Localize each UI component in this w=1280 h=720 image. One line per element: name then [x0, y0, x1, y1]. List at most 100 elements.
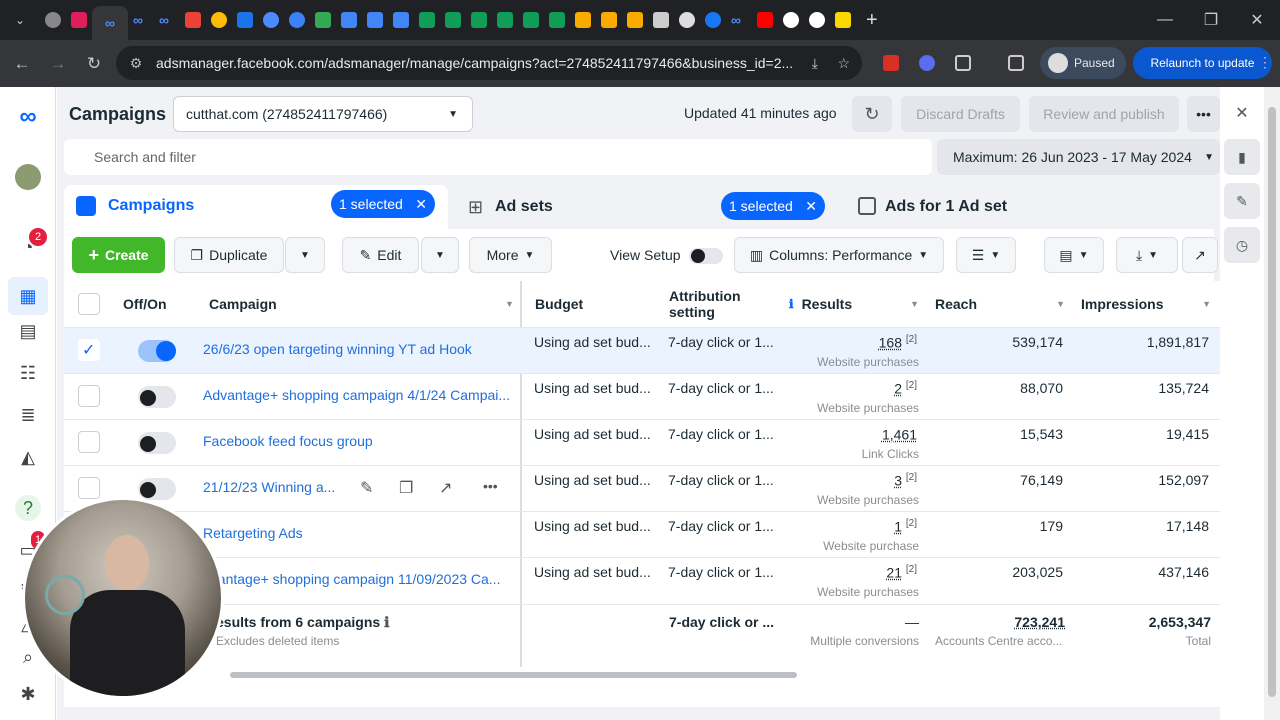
col-impressions[interactable]: Impressions ▼	[1081, 281, 1211, 327]
slack-tab-icon[interactable]	[71, 12, 87, 28]
tab-campaigns[interactable]: Campaigns 1 selected ✕	[64, 185, 448, 229]
horizontal-scrollbar[interactable]	[230, 672, 797, 678]
duplicate-button[interactable]: ❐ Duplicate	[174, 237, 284, 273]
more-button[interactable]: More ▼	[469, 237, 552, 273]
install-icon[interactable]: ⤓	[812, 55, 818, 72]
close-panel-button[interactable]: ✕	[1224, 95, 1260, 131]
reading-list-icon[interactable]	[1008, 55, 1024, 71]
tab-icon[interactable]	[679, 12, 695, 28]
facebook-tab-icon[interactable]	[705, 12, 721, 28]
tab-ad-sets[interactable]: ⊞ Ad sets 1 selected ✕	[454, 185, 837, 229]
miro-tab-icon[interactable]	[835, 12, 851, 28]
create-button[interactable]: + Create	[72, 237, 165, 273]
more-options-button[interactable]: •••	[1187, 96, 1220, 132]
forward-icon[interactable]: →	[40, 54, 76, 74]
help-icon[interactable]: ?	[15, 495, 41, 521]
advertise-icon[interactable]: ◭	[15, 444, 41, 470]
profile-paused-button[interactable]: Paused	[1040, 47, 1126, 79]
close-window-icon[interactable]: ✕	[1234, 10, 1280, 30]
col-budget[interactable]: Budget	[535, 281, 583, 327]
youtube-tab-icon[interactable]	[757, 12, 773, 28]
shield-tab-icon[interactable]	[237, 12, 253, 28]
meta-tab-icon[interactable]: ∞	[731, 12, 747, 28]
export-button[interactable]: ⤓ ▼	[1116, 237, 1178, 273]
sheets-tab-icon[interactable]	[471, 12, 487, 28]
table-row[interactable]: Retargeting Ads Using ad set bud... 7-day …	[64, 511, 1220, 557]
tab-ads[interactable]: Ads for 1 Ad set	[844, 185, 1220, 229]
date-range-picker[interactable]: Maximum: 26 Jun 2023 - 17 May 2024 ▼	[937, 139, 1220, 175]
col-off-on[interactable]: Off/On	[123, 281, 167, 327]
active-tab[interactable]: ∞	[92, 6, 128, 40]
shield-tab-icon[interactable]	[653, 12, 669, 28]
table-row[interactable]: Facebook feed focus group Using ad set bu…	[64, 419, 1220, 465]
col-campaign[interactable]: Campaign ▼	[209, 281, 514, 327]
analytics-tab-icon[interactable]	[627, 12, 643, 28]
campaign-toggle[interactable]	[138, 386, 176, 408]
clear-selection-icon[interactable]: ✕	[415, 196, 427, 213]
page-scrollbar[interactable]	[1264, 87, 1280, 720]
col-attribution[interactable]: Attribution setting	[669, 281, 769, 327]
analytics-tab-icon[interactable]	[575, 12, 591, 28]
meta-tab-icon[interactable]: ∞	[159, 12, 175, 28]
account-selector[interactable]: cutthat.com (274852411797466) ▼	[173, 96, 473, 132]
sheets-tab-icon[interactable]	[523, 12, 539, 28]
billing-icon[interactable]: ≣	[15, 402, 41, 428]
clear-selection-icon[interactable]: ✕	[805, 198, 817, 215]
extension-icon[interactable]	[919, 55, 935, 71]
campaigns-table-icon[interactable]: ▦	[8, 277, 48, 315]
meta-logo-icon[interactable]: ∞	[15, 103, 41, 130]
apple-tab-icon[interactable]	[45, 12, 61, 28]
drive-tab-icon[interactable]	[315, 12, 331, 28]
row-checkbox[interactable]	[78, 477, 100, 499]
account-avatar[interactable]	[15, 164, 41, 190]
table-row[interactable]: 21/12/23 Winning a... ✎ ❐ ↗ ••• Using ad set …	[64, 465, 1220, 511]
discard-drafts-button[interactable]: Discard Drafts	[901, 96, 1020, 132]
refresh-button[interactable]: ↻	[852, 96, 892, 132]
row-checkbox[interactable]	[78, 385, 100, 407]
duplicate-dropdown[interactable]: ▼	[285, 237, 325, 273]
columns-button[interactable]: ▥ Columns: Performance ▼	[734, 237, 944, 273]
row-checkbox[interactable]: ✓	[78, 339, 100, 361]
sheets-tab-icon[interactable]	[445, 12, 461, 28]
select-all-checkbox[interactable]	[78, 293, 100, 315]
url-field[interactable]: ⚙ adsmanager.facebook.com/adsmanager/man…	[116, 46, 862, 80]
col-reach[interactable]: Reach ▼	[935, 281, 1065, 327]
relaunch-button[interactable]: Relaunch to update	[1133, 47, 1272, 79]
campaigns-selected-pill[interactable]: 1 selected ✕	[331, 190, 435, 218]
notifications-icon[interactable]: ◔ 2	[15, 228, 47, 260]
docs-tab-icon[interactable]	[393, 12, 409, 28]
meta-tab-icon[interactable]: ∞	[133, 12, 149, 28]
docs-tab-icon[interactable]	[367, 12, 383, 28]
restore-icon[interactable]: ❐	[1188, 10, 1234, 30]
sheets-tab-icon[interactable]	[497, 12, 513, 28]
col-results[interactable]: ℹ Results ▼	[789, 281, 919, 327]
menu-dots-icon[interactable]: ⋮	[1258, 54, 1272, 71]
minimize-icon[interactable]: —	[1142, 11, 1188, 29]
sheets-tab-icon[interactable]	[419, 12, 435, 28]
campaign-toggle[interactable]	[138, 432, 176, 454]
table-row[interactable]: Advantage+ shopping campaign 4/1/24 Camp…	[64, 373, 1220, 419]
sheets-tab-icon[interactable]	[549, 12, 565, 28]
site-settings-icon[interactable]: ⚙	[116, 55, 156, 72]
edit-dropdown[interactable]: ▼	[421, 237, 459, 273]
gmail-tab-icon[interactable]	[185, 12, 201, 28]
history-panel-button[interactable]: ◷	[1224, 227, 1260, 263]
reports-icon[interactable]: ▤	[15, 318, 41, 344]
search-filter-field[interactable]: Search and filter	[64, 139, 932, 175]
adsets-selected-pill[interactable]: 1 selected ✕	[721, 192, 825, 220]
scrollbar-thumb[interactable]	[1268, 107, 1276, 697]
view-setup-toggle[interactable]	[689, 248, 723, 264]
table-row[interactable]: ✓ 26/6/23 open targeting winning YT ad Ho…	[64, 327, 1220, 373]
new-tab-icon[interactable]: +	[866, 9, 878, 32]
charts-panel-button[interactable]: ▮	[1224, 139, 1260, 175]
tab-icon[interactable]	[263, 12, 279, 28]
reports-button[interactable]: ▤ ▼	[1044, 237, 1104, 273]
wordpress-tab-icon[interactable]	[289, 12, 305, 28]
chrome-tab-icon[interactable]	[211, 12, 227, 28]
charts-button[interactable]: ↗	[1182, 237, 1218, 273]
row-checkbox[interactable]	[78, 431, 100, 453]
openai-tab-icon[interactable]	[809, 12, 825, 28]
docs-tab-icon[interactable]	[341, 12, 357, 28]
tab-search-icon[interactable]: ⌄	[0, 13, 40, 27]
campaign-toggle[interactable]	[138, 478, 176, 500]
